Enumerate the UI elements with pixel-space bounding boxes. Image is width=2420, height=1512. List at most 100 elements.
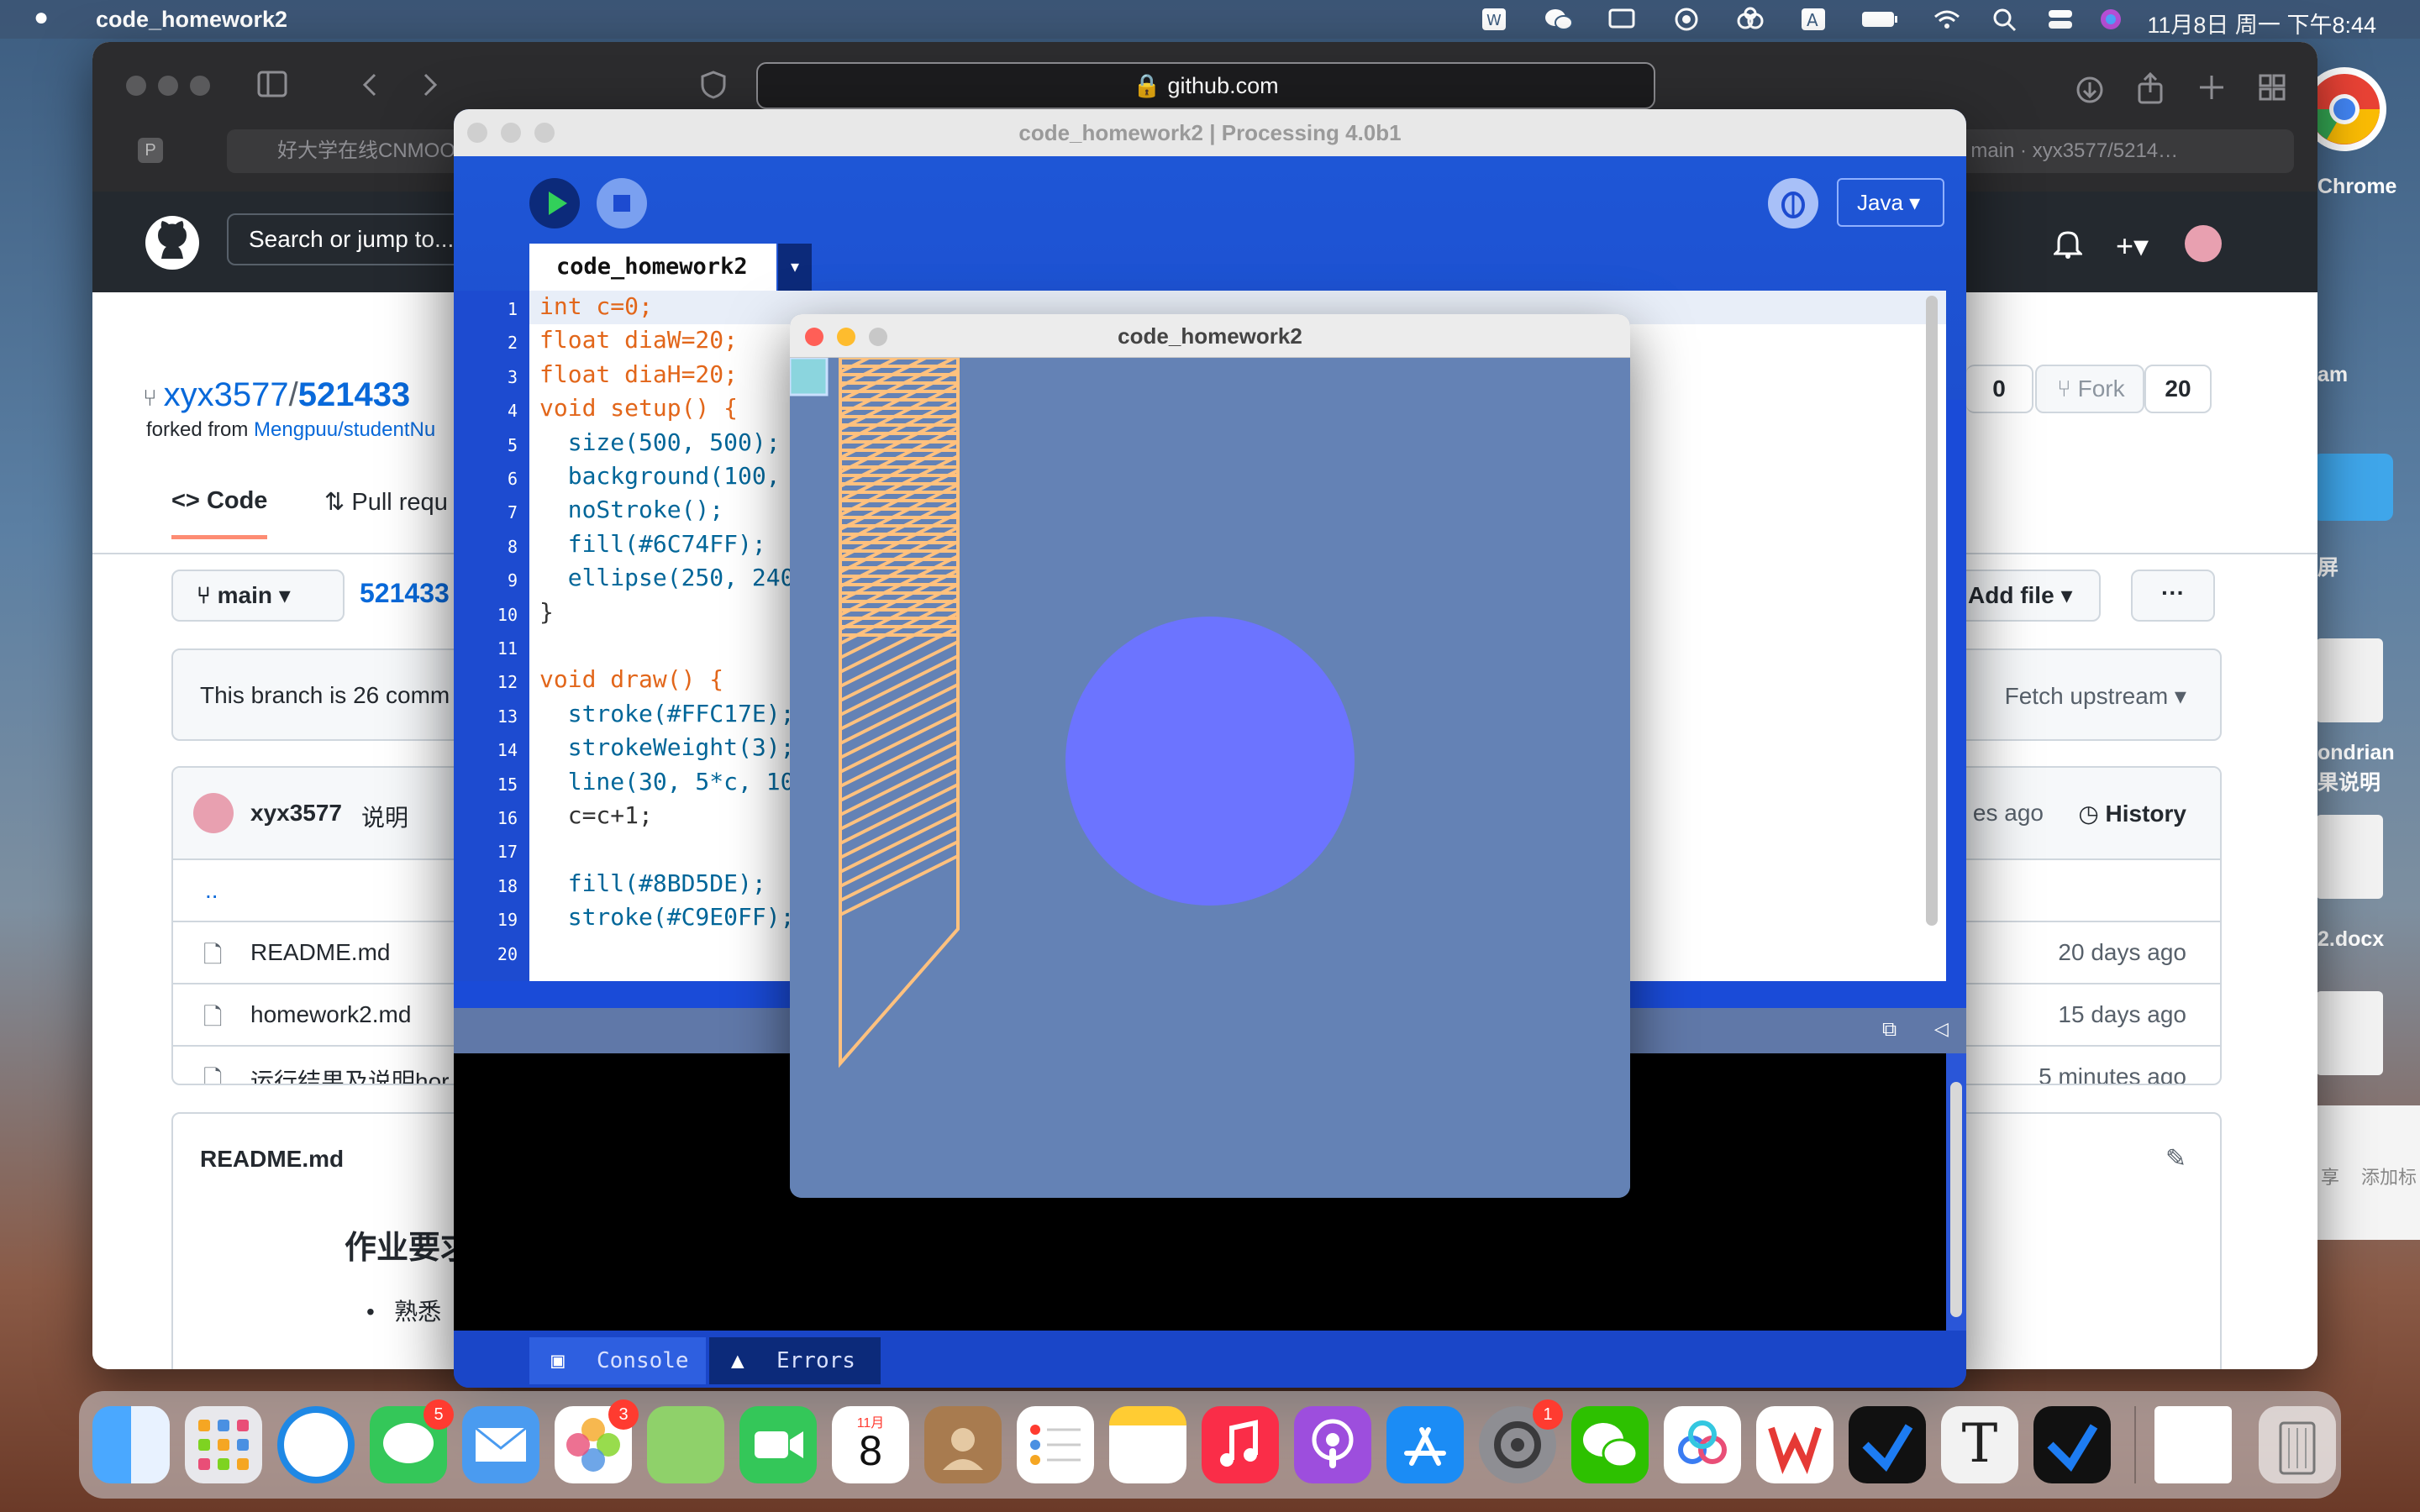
collapse-console-icon[interactable]: ◁ xyxy=(1934,1018,1949,1040)
add-file-button[interactable]: Add file ▾ xyxy=(1949,570,2101,622)
wifi-icon[interactable] xyxy=(1933,7,1960,32)
breadcrumb[interactable]: 521433 xyxy=(360,578,450,609)
code-line[interactable]: int c=0; xyxy=(539,292,653,320)
errors-tab[interactable]: ▲ Errors xyxy=(709,1337,881,1384)
forked-from-link[interactable]: Mengpuu/studentNu xyxy=(254,418,435,441)
zoom-button[interactable] xyxy=(869,328,887,346)
code-line[interactable]: stroke(#C9E0FF); xyxy=(539,903,795,931)
mode-selector[interactable]: Java ▾ xyxy=(1837,178,1944,227)
wechat-icon[interactable] xyxy=(1544,7,1573,32)
code-line[interactable]: fill(#8BD5DE); xyxy=(539,869,766,897)
code-line[interactable]: float diaH=20; xyxy=(539,360,738,388)
repo-name-link[interactable]: 521433 xyxy=(298,376,410,413)
wps-office-icon[interactable] xyxy=(1756,1406,1833,1483)
code-line[interactable]: stroke(#FFC17E); xyxy=(539,700,795,727)
recent-document-icon[interactable] xyxy=(2154,1406,2232,1483)
back-icon[interactable] xyxy=(360,72,380,97)
code-line[interactable]: size(500, 500); xyxy=(539,428,781,456)
launchpad-icon[interactable] xyxy=(185,1406,262,1483)
repo-owner-link[interactable]: xyx3577 xyxy=(164,376,289,413)
folder-icon[interactable] xyxy=(2312,454,2393,521)
new-tab-icon[interactable] xyxy=(2198,74,2225,101)
podcasts-icon[interactable] xyxy=(1294,1406,1371,1483)
code-line[interactable]: void draw() { xyxy=(539,665,723,693)
messages-icon[interactable]: 5 xyxy=(370,1399,454,1483)
avatar[interactable] xyxy=(2185,225,2222,262)
facetime-icon[interactable] xyxy=(739,1406,817,1483)
control-center-icon[interactable] xyxy=(2047,7,2074,32)
console-tab[interactable]: ▣ Console xyxy=(529,1337,706,1384)
document-icon[interactable] xyxy=(2316,638,2383,722)
minimize-button[interactable] xyxy=(158,76,178,96)
code-line[interactable]: strokeWeight(3); xyxy=(539,733,795,761)
github-search-input[interactable]: Search or jump to... xyxy=(227,213,471,265)
code-line[interactable]: noStroke(); xyxy=(539,496,723,523)
battery-icon[interactable] xyxy=(1860,7,1897,32)
tab-pull-requests[interactable]: ⇅ Pull requ xyxy=(324,487,448,517)
console-scrollbar[interactable] xyxy=(1946,1053,1966,1331)
processing-icon[interactable] xyxy=(1849,1406,1926,1483)
star-count[interactable]: 0 xyxy=(1966,365,2033,413)
wps-icon[interactable]: W xyxy=(1481,7,1507,32)
code-line[interactable]: float diaW=20; xyxy=(539,326,738,354)
tab-menu-arrow-icon[interactable]: ▾ xyxy=(778,244,812,291)
fork-button[interactable]: ⑂ Fork xyxy=(2035,365,2144,413)
app-store-icon[interactable] xyxy=(1386,1406,1464,1483)
zoom-button[interactable] xyxy=(534,123,555,143)
debugger-icon[interactable] xyxy=(1768,178,1818,228)
cc-icon[interactable] xyxy=(1672,7,1699,32)
fork-count[interactable]: 20 xyxy=(2144,365,2212,413)
minimize-button[interactable] xyxy=(501,123,521,143)
share-label[interactable]: 享 xyxy=(2321,1163,2339,1189)
system-preferences-icon[interactable]: 1 xyxy=(1479,1399,1563,1483)
finder-icon[interactable] xyxy=(92,1406,170,1483)
downloads-icon[interactable] xyxy=(2075,76,2104,104)
notifications-bell-icon[interactable] xyxy=(2054,228,2082,259)
close-button[interactable] xyxy=(467,123,487,143)
active-app-name[interactable]: code_homework2 xyxy=(96,7,287,33)
add-tag-label[interactable]: 添加标 xyxy=(2361,1163,2417,1189)
code-line[interactable]: fill(#6C74FF); xyxy=(539,530,766,558)
more-options-button[interactable]: ··· xyxy=(2131,570,2215,622)
fetch-upstream-button[interactable]: Fetch upstream ▾ xyxy=(2005,682,2186,710)
zoom-button[interactable] xyxy=(190,76,210,96)
editor-scrollbar[interactable] xyxy=(1926,296,1938,926)
baidu-netdisk-icon[interactable] xyxy=(1736,7,1764,32)
create-new-icon[interactable]: +▾ xyxy=(2116,228,2149,264)
history-link[interactable]: ◷ History xyxy=(2078,800,2186,827)
sidebar-icon[interactable] xyxy=(257,71,287,97)
commit-author[interactable]: xyx3577 xyxy=(250,800,342,827)
notes-icon[interactable] xyxy=(1109,1406,1186,1483)
typora-icon[interactable]: T xyxy=(1941,1406,2018,1483)
siri-icon[interactable] xyxy=(2097,7,2124,32)
wechat-icon[interactable] xyxy=(1571,1406,1649,1483)
commit-message[interactable]: 说明 xyxy=(361,800,408,833)
code-line[interactable]: background(100, 1 xyxy=(539,462,809,490)
code-line[interactable]: } xyxy=(539,598,554,626)
calendar-icon[interactable]: 11月 8 xyxy=(832,1406,909,1483)
maps-icon[interactable] xyxy=(647,1406,724,1483)
stop-button[interactable] xyxy=(597,178,647,228)
baidu-netdisk-icon[interactable] xyxy=(1664,1406,1741,1483)
apple-menu-icon[interactable]: ● xyxy=(34,3,49,32)
close-button[interactable] xyxy=(805,328,823,346)
forward-icon[interactable] xyxy=(420,72,440,97)
document-icon[interactable] xyxy=(2316,815,2383,899)
trash-icon[interactable] xyxy=(2259,1406,2336,1483)
contacts-icon[interactable] xyxy=(924,1406,1002,1483)
address-bar[interactable]: 🔒 github.com xyxy=(756,62,1655,109)
safari-icon[interactable] xyxy=(277,1406,355,1483)
sketch-canvas[interactable] xyxy=(790,358,1630,1198)
console-scroll-thumb[interactable] xyxy=(1950,1082,1962,1317)
code-line[interactable]: void setup() { xyxy=(539,394,738,422)
reminders-icon[interactable] xyxy=(1017,1406,1094,1483)
minimize-button[interactable] xyxy=(837,328,855,346)
document-icon[interactable] xyxy=(2316,991,2383,1075)
clock[interactable]: 11月8日 周一 下午8:44 xyxy=(2147,7,2376,39)
copy-icon[interactable]: ⧉ xyxy=(1882,1018,1897,1042)
code-line[interactable]: ellipse(250, 240, xyxy=(539,564,809,591)
run-button[interactable] xyxy=(529,178,580,228)
pinned-tab-icon[interactable]: P xyxy=(138,138,163,163)
edit-pencil-icon[interactable]: ✎ xyxy=(2165,1144,2186,1173)
share-icon[interactable] xyxy=(2136,72,2165,104)
